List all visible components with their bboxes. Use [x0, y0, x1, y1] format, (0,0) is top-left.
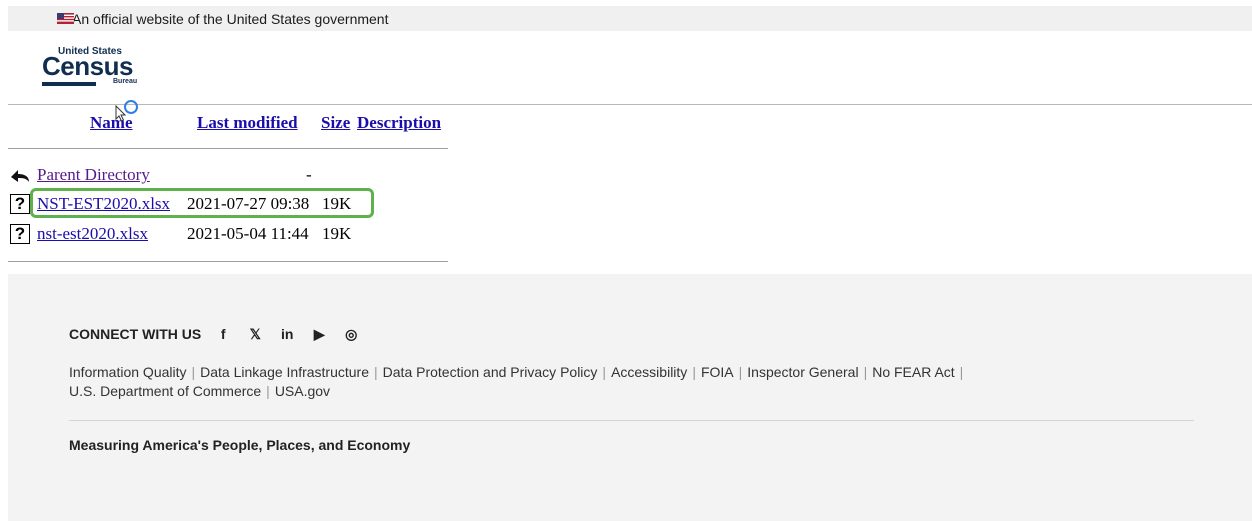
row-size: 19K: [322, 224, 352, 243]
parent-directory-link[interactable]: Parent Directory: [37, 165, 150, 185]
link-foia[interactable]: FOIA: [701, 364, 734, 380]
file-link-nst-est2020-lower[interactable]: nst-est2020.xlsx: [37, 224, 148, 244]
footer-tagline: Measuring America's People, Places, and …: [69, 437, 411, 453]
link-inspector-general[interactable]: Inspector General: [747, 364, 858, 380]
column-header-description[interactable]: Description: [357, 113, 441, 133]
linkedin-icon[interactable]: in: [279, 326, 295, 342]
x-twitter-icon[interactable]: 𝕏: [247, 326, 263, 342]
link-department-of-commerce[interactable]: U.S. Department of Commerce: [69, 383, 261, 399]
link-data-linkage-infrastructure[interactable]: Data Linkage Infrastructure: [200, 364, 369, 380]
column-header-last-modified[interactable]: Last modified: [197, 113, 298, 133]
site-footer: CONNECT WITH US f 𝕏 in ▶ ◎ Information Q…: [8, 274, 1252, 521]
highlight-box: [30, 188, 374, 218]
link-no-fear-act[interactable]: No FEAR Act: [872, 364, 954, 380]
youtube-icon[interactable]: ▶: [311, 326, 327, 342]
link-accessibility[interactable]: Accessibility: [611, 364, 687, 380]
unknown-file-icon: ?: [10, 194, 30, 214]
link-information-quality[interactable]: Information Quality: [69, 364, 187, 380]
gov-banner-text: An official website of the United States…: [72, 10, 389, 27]
footer-links: Information Quality | Data Linkage Infrast…: [69, 364, 964, 399]
row-size: -: [306, 165, 312, 184]
link-data-protection-privacy[interactable]: Data Protection and Privacy Policy: [383, 364, 598, 380]
unknown-file-icon: ?: [10, 224, 30, 244]
header-divider: [8, 148, 448, 149]
logo-census: Census: [42, 51, 133, 81]
logo-bar: [42, 82, 96, 86]
link-usa-gov[interactable]: USA.gov: [275, 383, 330, 399]
sort-by-description-link[interactable]: Description: [357, 113, 441, 132]
gov-banner: An official website of the United States…: [8, 6, 1252, 31]
connect-with-us: CONNECT WITH US f 𝕏 in ▶ ◎: [69, 326, 375, 343]
footer-divider: [8, 261, 448, 262]
sort-by-last-modified-link[interactable]: Last modified: [197, 113, 298, 132]
instagram-icon[interactable]: ◎: [343, 326, 359, 342]
row-modified: 2021-05-04 11:44: [187, 224, 309, 243]
footer-rule: [69, 420, 1194, 421]
connect-label: CONNECT WITH US: [69, 326, 202, 342]
column-header-size[interactable]: Size: [321, 113, 350, 133]
site-header: United States Census Bureau: [8, 31, 1252, 105]
mouse-cursor-icon: [115, 105, 127, 122]
sort-by-size-link[interactable]: Size: [321, 113, 350, 132]
logo-bureau: Bureau: [113, 78, 138, 85]
back-arrow-icon: [11, 170, 29, 182]
facebook-icon[interactable]: f: [215, 326, 231, 342]
us-flag-icon: [57, 13, 74, 24]
